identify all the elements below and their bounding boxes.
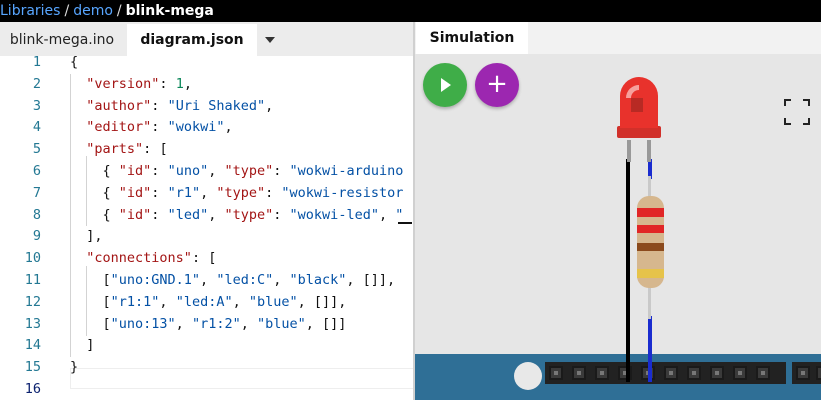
code-editor[interactable]: 1 2 3 4 5 6 7 8 9 10 11 12 13 14 15 16 {… — [0, 56, 414, 400]
code-line: "editor": "wokwi", — [86, 119, 233, 136]
line-number: 7 — [32, 184, 41, 201]
code-line: } — [70, 359, 79, 376]
tab-blink-mega-ino[interactable]: blink-mega.ino — [0, 24, 124, 56]
line-number: 12 — [24, 293, 41, 310]
black-wire-end — [626, 354, 630, 382]
simulation-tab-bar: Simulation — [415, 22, 821, 54]
code-lines: { "version": 1, "author": "Uri Shaked", … — [70, 56, 414, 400]
circuit-drawing — [617, 77, 664, 381]
code-line: "connections": [ — [86, 250, 217, 267]
line-number: 13 — [24, 315, 41, 332]
editor-tab-bar: blink-mega.ino diagram.json — [0, 22, 414, 56]
mounting-hole — [514, 362, 542, 390]
simulation-canvas[interactable]: + — [415, 54, 821, 400]
breadcrumb-current: blink-mega — [125, 3, 214, 19]
black-wire[interactable] — [626, 159, 630, 381]
led-red[interactable] — [617, 77, 661, 138]
tab-diagram-json[interactable]: diagram.json — [127, 24, 257, 56]
line-number: 9 — [32, 228, 41, 245]
line-number: 15 — [24, 359, 41, 376]
code-line: { — [70, 56, 79, 70]
code-line: { "id": "uno", "type": "wokwi-arduino — [70, 163, 404, 179]
resistor[interactable] — [637, 196, 664, 288]
code-line: ] — [70, 337, 95, 354]
line-number: 8 — [32, 206, 41, 223]
code-line: ["uno:13", "r1:2", "blue", []] — [70, 315, 347, 332]
line-number: 6 — [32, 163, 41, 179]
code-line: { "id": "led", "type": "wokwi-led", " — [70, 206, 404, 223]
code-line: "parts": [ — [86, 141, 168, 158]
blue-wire-end — [648, 354, 652, 382]
breadcrumb-separator: / — [116, 3, 122, 19]
pin-header — [792, 362, 821, 384]
breadcrumb-demo-link[interactable]: demo — [73, 3, 113, 19]
line-number: 14 — [24, 337, 41, 354]
code-line: "author": "Uri Shaked", — [86, 97, 274, 114]
breadcrumb-libraries-link[interactable]: Libraries — [0, 3, 60, 19]
code-line: ], — [70, 228, 103, 245]
line-number: 10 — [24, 250, 41, 267]
code-line: { "id": "r1", "type": "wokwi-resistor — [70, 184, 404, 201]
text-caret — [398, 222, 412, 224]
line-number: 1 — [32, 56, 41, 70]
line-number: 3 — [32, 97, 41, 114]
code-line: ["uno:GND.1", "led:C", "black", []], — [70, 272, 396, 288]
code-line: "version": 1, — [86, 75, 192, 92]
line-number: 2 — [32, 75, 41, 92]
tab-simulation[interactable]: Simulation — [416, 22, 528, 54]
breadcrumb: Libraries / demo / blink-mega — [0, 0, 821, 22]
pin-header — [545, 362, 786, 384]
arduino-board[interactable] — [415, 354, 821, 400]
line-number: 4 — [32, 119, 41, 136]
code-line: ["r1:1", "led:A", "blue", []], — [70, 293, 347, 310]
breadcrumb-separator: / — [64, 3, 70, 19]
line-number-current: 16 — [24, 381, 41, 397]
caret-down-icon[interactable] — [262, 24, 278, 56]
line-number: 11 — [24, 272, 41, 288]
app-root: Libraries / demo / blink-mega blink-mega.ino… — [0, 0, 821, 400]
line-number: 5 — [32, 141, 41, 158]
line-number-gutter: 1 2 3 4 5 6 7 8 9 10 11 12 13 14 15 16 — [0, 56, 52, 400]
